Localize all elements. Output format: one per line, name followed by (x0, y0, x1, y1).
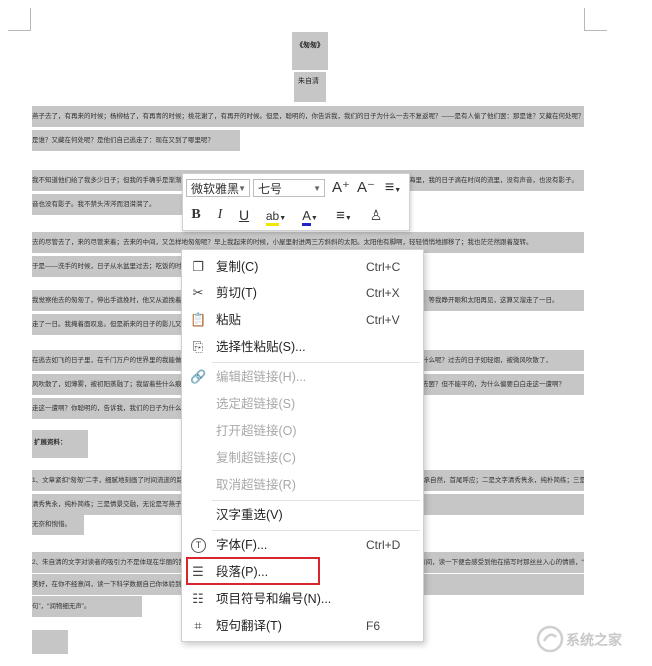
page-corner-mark (584, 8, 607, 31)
font-color-icon: A (302, 208, 311, 226)
menu-item-label: 取消超链接(R) (216, 478, 296, 492)
chevron-down-icon: ▼ (394, 187, 402, 194)
align-icon: ≡ (336, 207, 345, 224)
menu-item-label: 项目符号和编号(N)... (216, 592, 332, 606)
menu-item-label: 选择性粘贴(S)... (216, 340, 306, 354)
menu-item-select-hyperlink[interactable]: 选定超链接(S) (182, 391, 423, 417)
menu-item-shortcut: Ctrl+X (366, 286, 400, 300)
document-line: 走了一日。我掩着面叹息。但是新来的日子的影儿又开始在叹息里闪过了。 (32, 321, 182, 328)
paste-special-icon: ⎘ (192, 339, 204, 354)
font-icon: T (191, 538, 206, 553)
menu-item-bullets-numbering[interactable]: ☷ 项目符号和编号(N)... (182, 586, 423, 612)
menu-item-label: 打开超链接(O) (216, 424, 297, 438)
menu-item-copy-hyperlink[interactable]: 复制超链接(C) (182, 445, 423, 471)
menu-item-shortcut: Ctrl+C (366, 260, 401, 274)
highlight-color-button[interactable]: ab▼ (259, 205, 293, 226)
font-color-button[interactable]: A▼ (295, 205, 325, 226)
mini-format-toolbar: 微软雅黑 ▼ 七号 ▼ A⁺ A⁻ ≡▼ B I U ab▼ A▼ ≡▼ ♙ (182, 173, 410, 231)
document-line: 句”，“润物细无声”。 (32, 603, 91, 610)
menu-item-label: 短句翻译(T) (216, 619, 282, 633)
menu-item-label: 复制(C) (216, 260, 259, 274)
paste-icon: 📋 (190, 312, 207, 327)
document-line: 无奈和惋惜。 (32, 521, 71, 528)
shrink-font-button[interactable]: A⁻ (355, 178, 377, 198)
menu-item-label: 复制超链接(C) (216, 451, 296, 465)
menu-item-remove-hyperlink[interactable]: 取消超链接(R) (182, 472, 423, 498)
document-line: 走这一遭啊？你聪明的，告诉我，我们的日子为什么一去不复返呢？ (32, 405, 182, 412)
document-line: 燕子去了，有再来的时候；杨柳枯了，有再青的时候；桃花谢了，有再开的时候。但是，聪… (32, 113, 584, 120)
document-line: 扩展资料： (34, 439, 67, 446)
menu-item-shortcut: Ctrl+V (366, 313, 400, 327)
menu-item-open-hyperlink[interactable]: 打开超链接(O) (182, 418, 423, 444)
line-spacing-icon: ≡ (384, 179, 395, 196)
annotation-highlight-box (186, 557, 320, 585)
chevron-down-icon: ▼ (313, 184, 321, 193)
menu-separator (212, 362, 420, 363)
menu-item-paste-special[interactable]: ⎘ 选择性粘贴(S)... (182, 334, 423, 360)
watermark: 系统之家 (536, 624, 648, 654)
chevron-down-icon: ▼ (279, 215, 287, 222)
menu-item-copy[interactable]: ❐ 复制(C) Ctrl+C (182, 254, 423, 280)
format-painter-button[interactable]: ♙ (365, 205, 387, 225)
translate-icon: ⌗ (194, 618, 202, 633)
menu-item-translate[interactable]: ⌗ 短句翻译(T) F6 (182, 613, 423, 639)
scissors-icon: ✂ (192, 285, 204, 300)
bold-button[interactable]: B (186, 205, 206, 225)
menu-item-label: 粘贴 (216, 313, 242, 327)
font-size-select[interactable]: 七号 ▼ (253, 179, 325, 197)
format-painter-icon: ♙ (369, 207, 383, 223)
align-button[interactable]: ≡▼ (329, 205, 359, 225)
menu-item-shortcut: F6 (366, 619, 381, 633)
italic-button[interactable]: I (210, 205, 230, 225)
menu-item-label: 字体(F)... (216, 538, 268, 552)
document-line: 是谁？又藏在何处呢？是他们自己逃走了：现在又到了哪里呢？ (32, 137, 214, 144)
menu-item-label: 编辑超链接(H)... (216, 370, 307, 384)
selection-highlight (292, 32, 328, 70)
highlight-icon: ab (265, 209, 280, 226)
logo-icon (536, 625, 564, 653)
font-name-select[interactable]: 微软雅黑 ▼ (186, 179, 250, 197)
document-title: 《匆匆》 (296, 42, 324, 49)
menu-item-label: 汉字重选(V) (216, 508, 283, 522)
line-spacing-button[interactable]: ≡▼ (381, 178, 405, 198)
menu-item-reselect-chinese[interactable]: 汉字重选(V) (182, 502, 423, 528)
grow-font-button[interactable]: A⁺ (330, 178, 352, 198)
link-icon: 🔗 (190, 369, 207, 384)
document-line: 于是——洗手的时候，日子从水盆里过去；吃饭的时候，日子从饭碗里过去 (32, 263, 182, 270)
menu-item-shortcut: Ctrl+D (366, 538, 401, 552)
document-line: 音也没有影子。我不禁头涔涔而泪潸潸了。 (32, 201, 156, 208)
page-corner-mark (8, 8, 31, 31)
menu-separator (212, 530, 420, 531)
selection-highlight (32, 630, 68, 654)
menu-item-paste[interactable]: 📋 粘贴 Ctrl+V (182, 307, 423, 333)
chevron-down-icon: ▼ (344, 215, 352, 222)
menu-item-label: 剪切(T) (216, 286, 257, 300)
font-size-value: 七号 (258, 182, 283, 196)
menu-item-font[interactable]: T 字体(F)... Ctrl+D (182, 532, 423, 558)
menu-item-label: 选定超链接(S) (216, 397, 296, 411)
copy-icon: ❐ (192, 259, 204, 274)
chevron-down-icon: ▼ (310, 215, 318, 222)
menu-item-edit-hyperlink[interactable]: 🔗 编辑超链接(H)... (182, 364, 423, 390)
menu-separator (212, 500, 420, 501)
list-icon: ☷ (192, 591, 204, 606)
watermark-text: 系统之家 (566, 633, 622, 649)
chevron-down-icon: ▼ (238, 184, 246, 193)
document-author: 朱自清 (298, 78, 319, 85)
menu-item-cut[interactable]: ✂ 剪切(T) Ctrl+X (182, 280, 423, 306)
font-name-value: 微软雅黑 (191, 182, 240, 196)
underline-button[interactable]: U (234, 205, 254, 225)
